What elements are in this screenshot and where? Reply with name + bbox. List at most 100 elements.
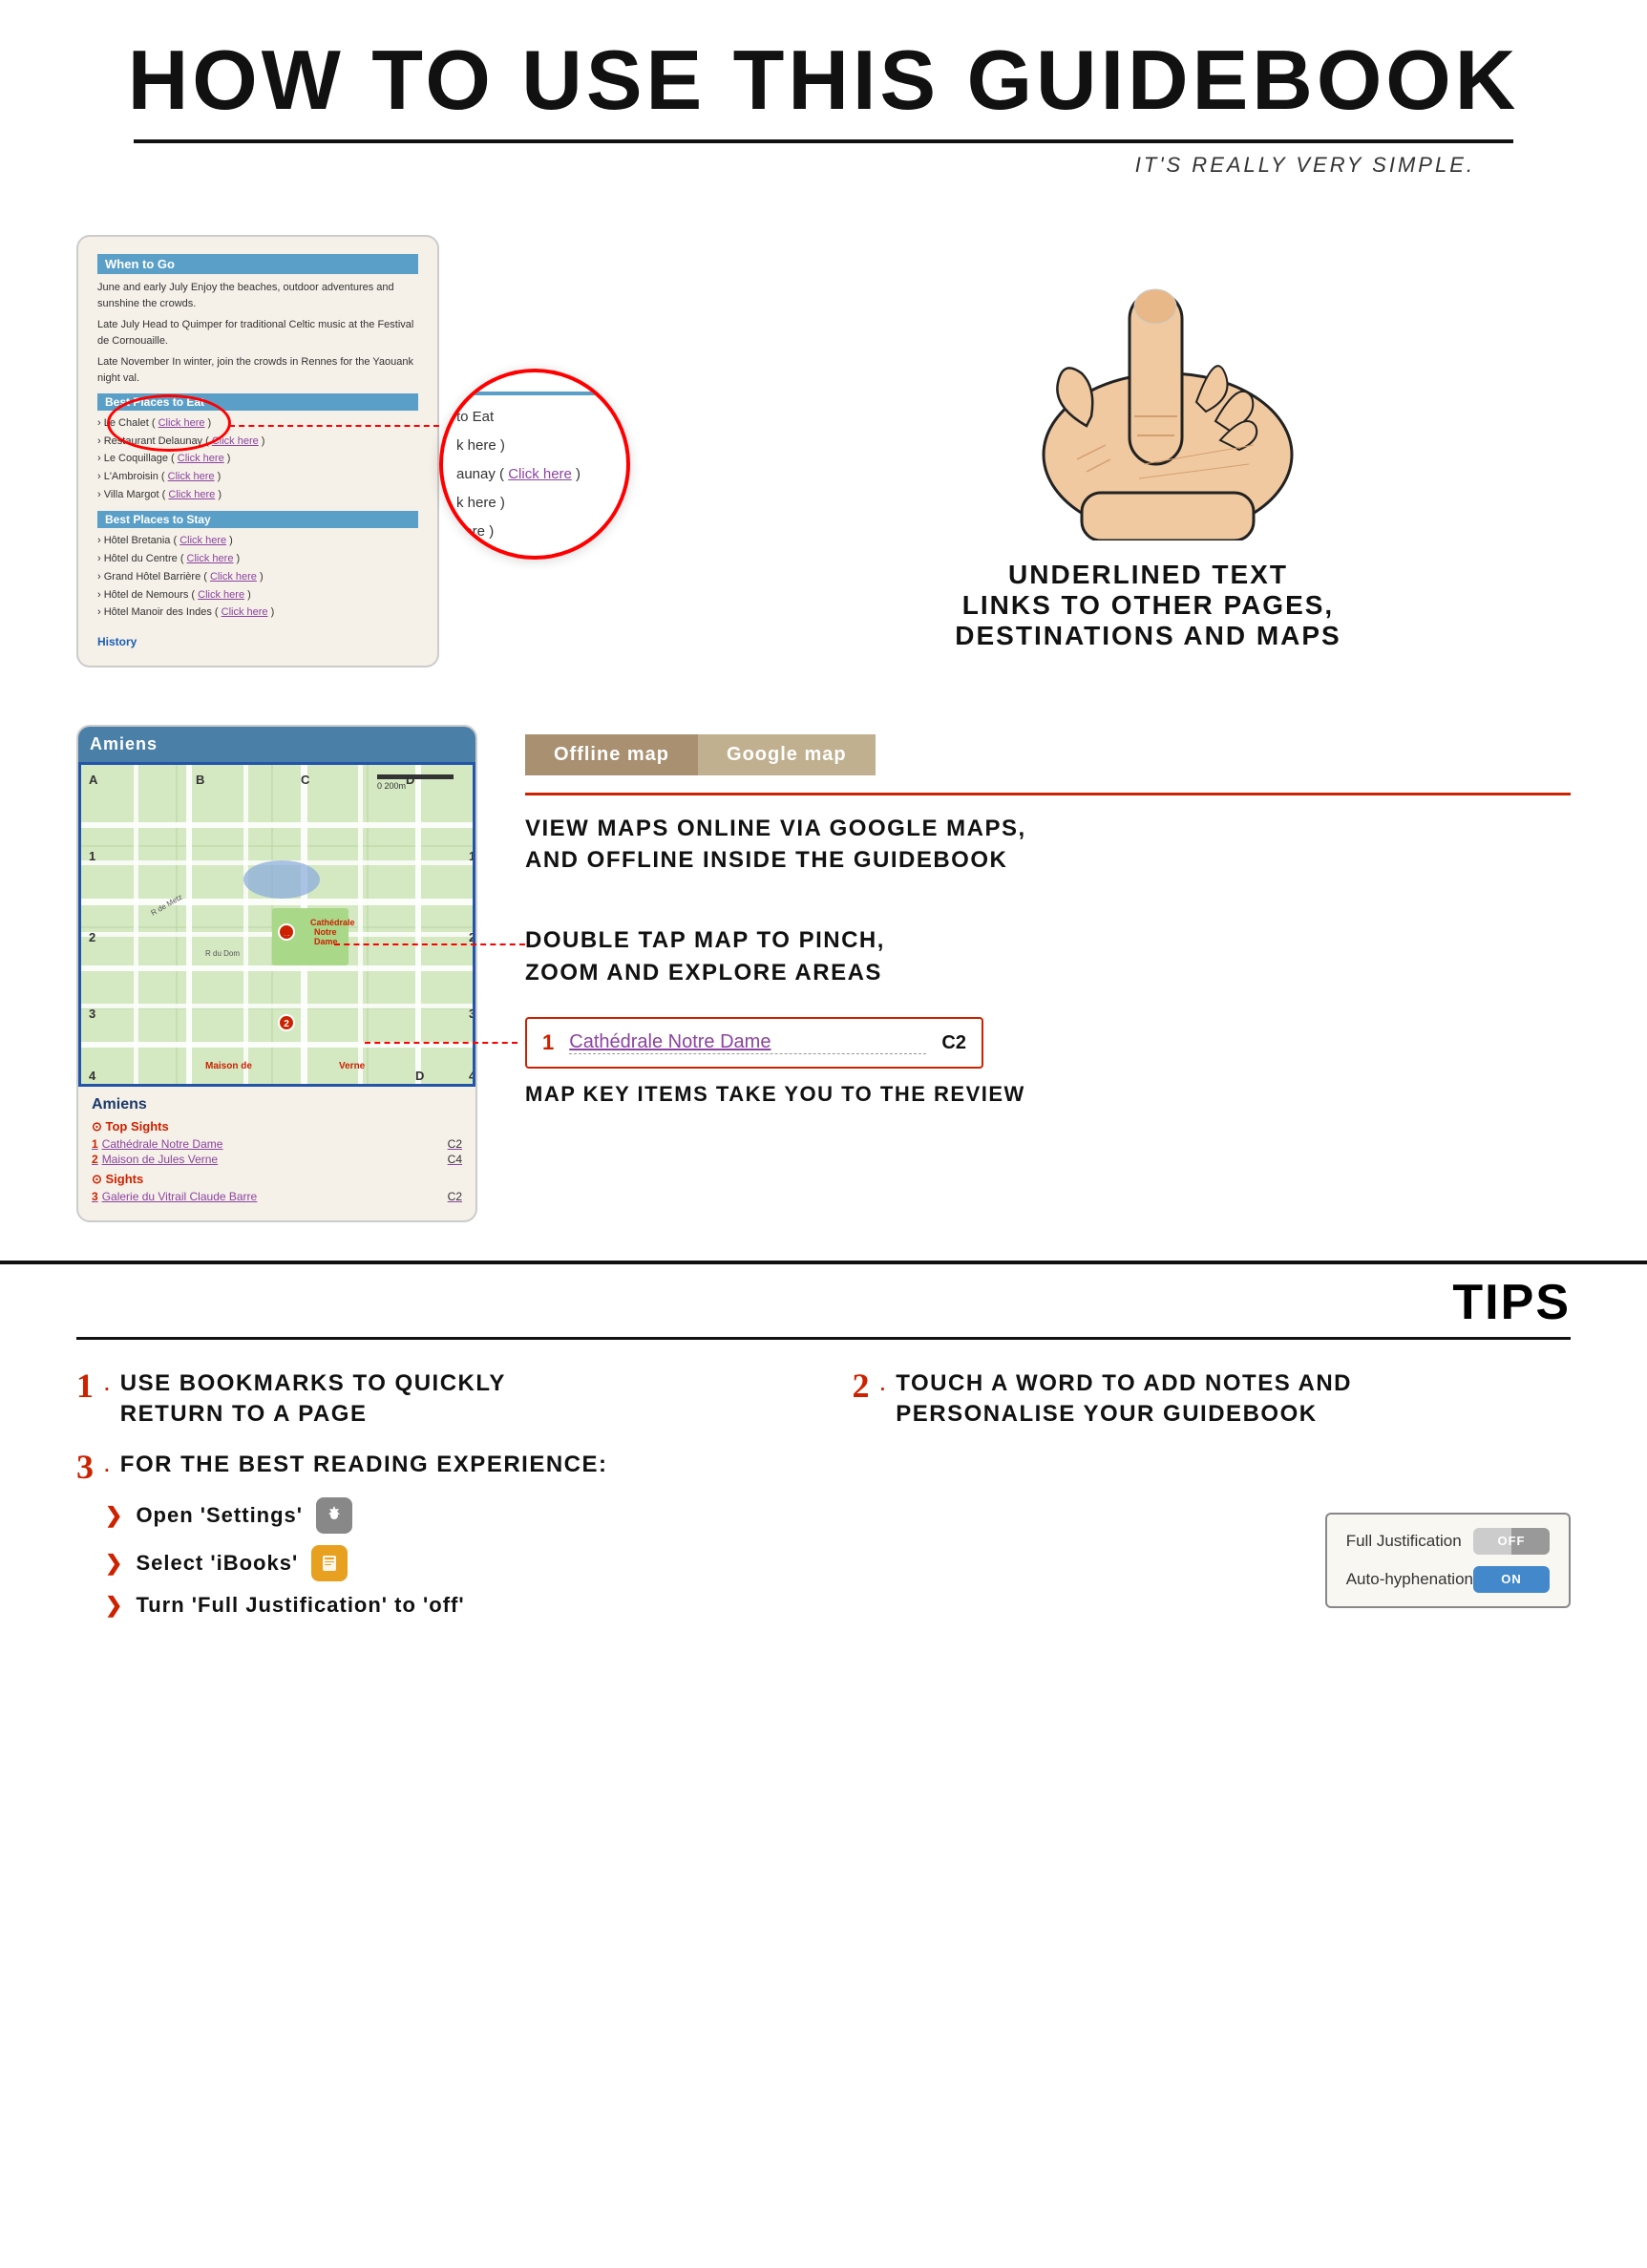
sight-num-2: 2 xyxy=(92,1153,98,1166)
page-header: HOW TO USE THIS GUIDEBOOK IT'S REALLY VE… xyxy=(0,0,1647,216)
place-eat-4[interactable]: › L'Ambroisin ( Click here ) xyxy=(97,468,418,486)
map-key-box[interactable]: 1 Cathédrale Notre Dame C2 xyxy=(525,1017,983,1069)
svg-text:Verne: Verne xyxy=(339,1061,366,1071)
svg-text:R du Dom: R du Dom xyxy=(205,949,240,958)
place-eat-3[interactable]: › Le Coquillage ( Click here ) xyxy=(97,450,418,468)
map-phone-mock: Amiens xyxy=(76,725,477,1222)
offline-map-button[interactable]: Offline map xyxy=(525,734,698,775)
map-info-panel: Offline map Google map VIEW MAPS ONLINE … xyxy=(525,725,1571,1107)
sight-name-2: Maison de Jules Verne xyxy=(102,1153,218,1166)
tip-3-sub-items: ❯ Open 'Settings' ❯ Select 'iBooks' xyxy=(76,1497,795,1618)
tip-3-sub-text-2: Select 'iBooks' xyxy=(136,1551,298,1576)
map-description: VIEW MAPS ONLINE VIA GOOGLE MAPS,AND OFF… xyxy=(525,813,1571,877)
place-stay-4[interactable]: › Hôtel de Nemours ( Click here ) xyxy=(97,586,418,604)
map-city-name: Amiens xyxy=(92,1096,462,1113)
sight-name-3: Galerie du Vitrail Claude Barre xyxy=(102,1190,258,1203)
google-map-button[interactable]: Google map xyxy=(698,734,876,775)
tips-grid: 1 . USE BOOKMARKS TO QUICKLYRETURN TO A … xyxy=(76,1368,1571,1618)
guidebook-page-mock: When to Go June and early July Enjoy the… xyxy=(76,235,439,668)
sight-name-1: Cathédrale Notre Dame xyxy=(102,1137,223,1151)
hand-illustration xyxy=(919,235,1378,541)
toggle-row-2: Auto-hyphenation ON xyxy=(1346,1566,1550,1593)
zoom-item-3[interactable]: aunay ( Click here ) xyxy=(456,460,613,489)
tips-section: TIPS 1 . USE BOOKMARKS TO QUICKLYRETURN … xyxy=(0,1261,1647,1637)
toggle-label-2: Auto-hyphenation xyxy=(1346,1570,1473,1589)
zoom-item-1: to Eat xyxy=(456,403,613,432)
settings-icon xyxy=(316,1497,352,1534)
place-eat-5[interactable]: › Villa Margot ( Click here ) xyxy=(97,486,418,504)
dotted-line-to-key xyxy=(365,1042,517,1044)
place-eat-1: › Le Chalet ( Click here ) xyxy=(97,414,418,433)
tip-3-sub-text-3: Turn 'Full Justification' to 'off' xyxy=(136,1593,464,1618)
tip-1-row: 1 . USE BOOKMARKS TO QUICKLYRETURN TO A … xyxy=(76,1368,795,1431)
tip-3-number: 3 xyxy=(76,1450,94,1484)
zoom-circle: to Eat k here ) aunay ( Click here ) k h… xyxy=(439,369,630,560)
section-maps: Amiens xyxy=(0,706,1647,1241)
zoom-bar xyxy=(456,392,613,395)
dotted-line-map xyxy=(334,943,525,945)
sight-coord-1: C2 xyxy=(448,1137,462,1151)
sight-item-3[interactable]: 3 Galerie du Vitrail Claude Barre C2 xyxy=(92,1190,462,1203)
svg-text:1: 1 xyxy=(469,849,475,863)
place-stay-5[interactable]: › Hôtel Manoir des Indes ( Click here ) xyxy=(97,604,418,622)
svg-text:2: 2 xyxy=(469,930,475,944)
when-to-go-text2: Late July Head to Quimper for traditiona… xyxy=(97,317,418,349)
sight-coord-3: C2 xyxy=(448,1190,462,1203)
place-stay-1[interactable]: › Hôtel Bretania ( Click here ) xyxy=(97,532,418,550)
when-to-go-title: When to Go xyxy=(97,254,418,274)
label-line2: LINKS TO OTHER PAGES, xyxy=(955,590,1341,621)
tip-3-sub-2: ❯ Select 'iBooks' xyxy=(105,1545,795,1581)
label-line1: UNDERLINED TEXT xyxy=(955,560,1341,590)
sights-title: ⊙ Sights xyxy=(92,1172,462,1187)
map-buttons-row: Offline map Google map xyxy=(525,734,1571,775)
place-stay-3[interactable]: › Grand Hôtel Barrière ( Click here ) xyxy=(97,568,418,586)
top-sights-title: ⊙ Top Sights xyxy=(92,1119,462,1134)
svg-text:0 200m: 0 200m xyxy=(377,781,406,791)
toggle-switch-on[interactable]: ON xyxy=(1473,1566,1550,1593)
toggle-panel-container: Full Justification OFF Auto-hyphenation … xyxy=(853,1450,1572,1618)
svg-text:Notre: Notre xyxy=(314,927,337,937)
sight-item-1[interactable]: 1Cathédrale Notre Dame C2 xyxy=(92,1137,462,1151)
tip-2-number: 2 xyxy=(853,1368,870,1403)
best-eat-title: Best Places to Eat xyxy=(97,393,418,411)
sight-item-2[interactable]: 2Maison de Jules Verne C4 xyxy=(92,1153,462,1166)
svg-text:2: 2 xyxy=(284,1019,289,1029)
tips-title: TIPS xyxy=(76,1274,1571,1337)
map-key-description: MAP KEY ITEMS TAKE YOU TO THE REVIEW xyxy=(525,1082,1571,1107)
place-stay-2[interactable]: › Hôtel du Centre ( Click here ) xyxy=(97,550,418,568)
arrow-icon-1: ❯ xyxy=(105,1503,122,1528)
underlined-text-label: UNDERLINED TEXT LINKS TO OTHER PAGES, DE… xyxy=(955,560,1341,651)
svg-text:B: B xyxy=(196,773,204,787)
page-title: HOW TO USE THIS GUIDEBOOK xyxy=(57,38,1590,122)
tip-3-row: 3 . FOR THE BEST READING EXPERIENCE: xyxy=(76,1450,795,1484)
tip-1-text: USE BOOKMARKS TO QUICKLYRETURN TO A PAGE xyxy=(120,1368,506,1431)
toggle-on-label: ON xyxy=(1501,1572,1522,1586)
svg-text:A: A xyxy=(89,773,98,787)
svg-text:C: C xyxy=(301,773,310,787)
header-divider xyxy=(134,139,1513,143)
zoom-item-5: here ) xyxy=(456,518,613,546)
map-image-area[interactable]: 1 2 A B C D 1 2 3 4 1 2 3 4 D xyxy=(78,762,475,1087)
toggle-label-1: Full Justification xyxy=(1346,1532,1462,1551)
toggle-off-label: OFF xyxy=(1498,1534,1526,1548)
svg-text:Maison de: Maison de xyxy=(205,1061,252,1071)
when-to-go-text1: June and early July Enjoy the beaches, o… xyxy=(97,280,418,311)
key-number: 1 xyxy=(542,1030,554,1055)
tip-1: 1 . USE BOOKMARKS TO QUICKLYRETURN TO A … xyxy=(76,1368,795,1431)
svg-text:3: 3 xyxy=(89,1007,95,1021)
svg-text:2: 2 xyxy=(89,930,95,944)
double-tap-description: DOUBLE TAP MAP TO PINCH,ZOOM AND EXPLORE… xyxy=(525,924,1571,988)
map-city-header: Amiens xyxy=(78,727,475,762)
toggle-switch-off[interactable]: OFF xyxy=(1473,1528,1550,1555)
tip-3-sub-text-1: Open 'Settings' xyxy=(136,1503,303,1528)
tips-divider xyxy=(76,1337,1571,1340)
label-line3: DESTINATIONS AND MAPS xyxy=(955,621,1341,651)
tip-3-sub-3: ❯ Turn 'Full Justification' to 'off' xyxy=(105,1593,795,1618)
svg-text:4: 4 xyxy=(89,1069,96,1083)
sight-num-3: 3 xyxy=(92,1190,98,1203)
key-name[interactable]: Cathédrale Notre Dame xyxy=(569,1031,926,1054)
history-link[interactable]: History xyxy=(97,635,418,648)
hand-section: UNDERLINED TEXT LINKS TO OTHER PAGES, DE… xyxy=(726,235,1571,651)
place-eat-2[interactable]: › Restaurant Delaunay ( Click here ) xyxy=(97,433,418,451)
svg-text:3: 3 xyxy=(469,1007,475,1021)
